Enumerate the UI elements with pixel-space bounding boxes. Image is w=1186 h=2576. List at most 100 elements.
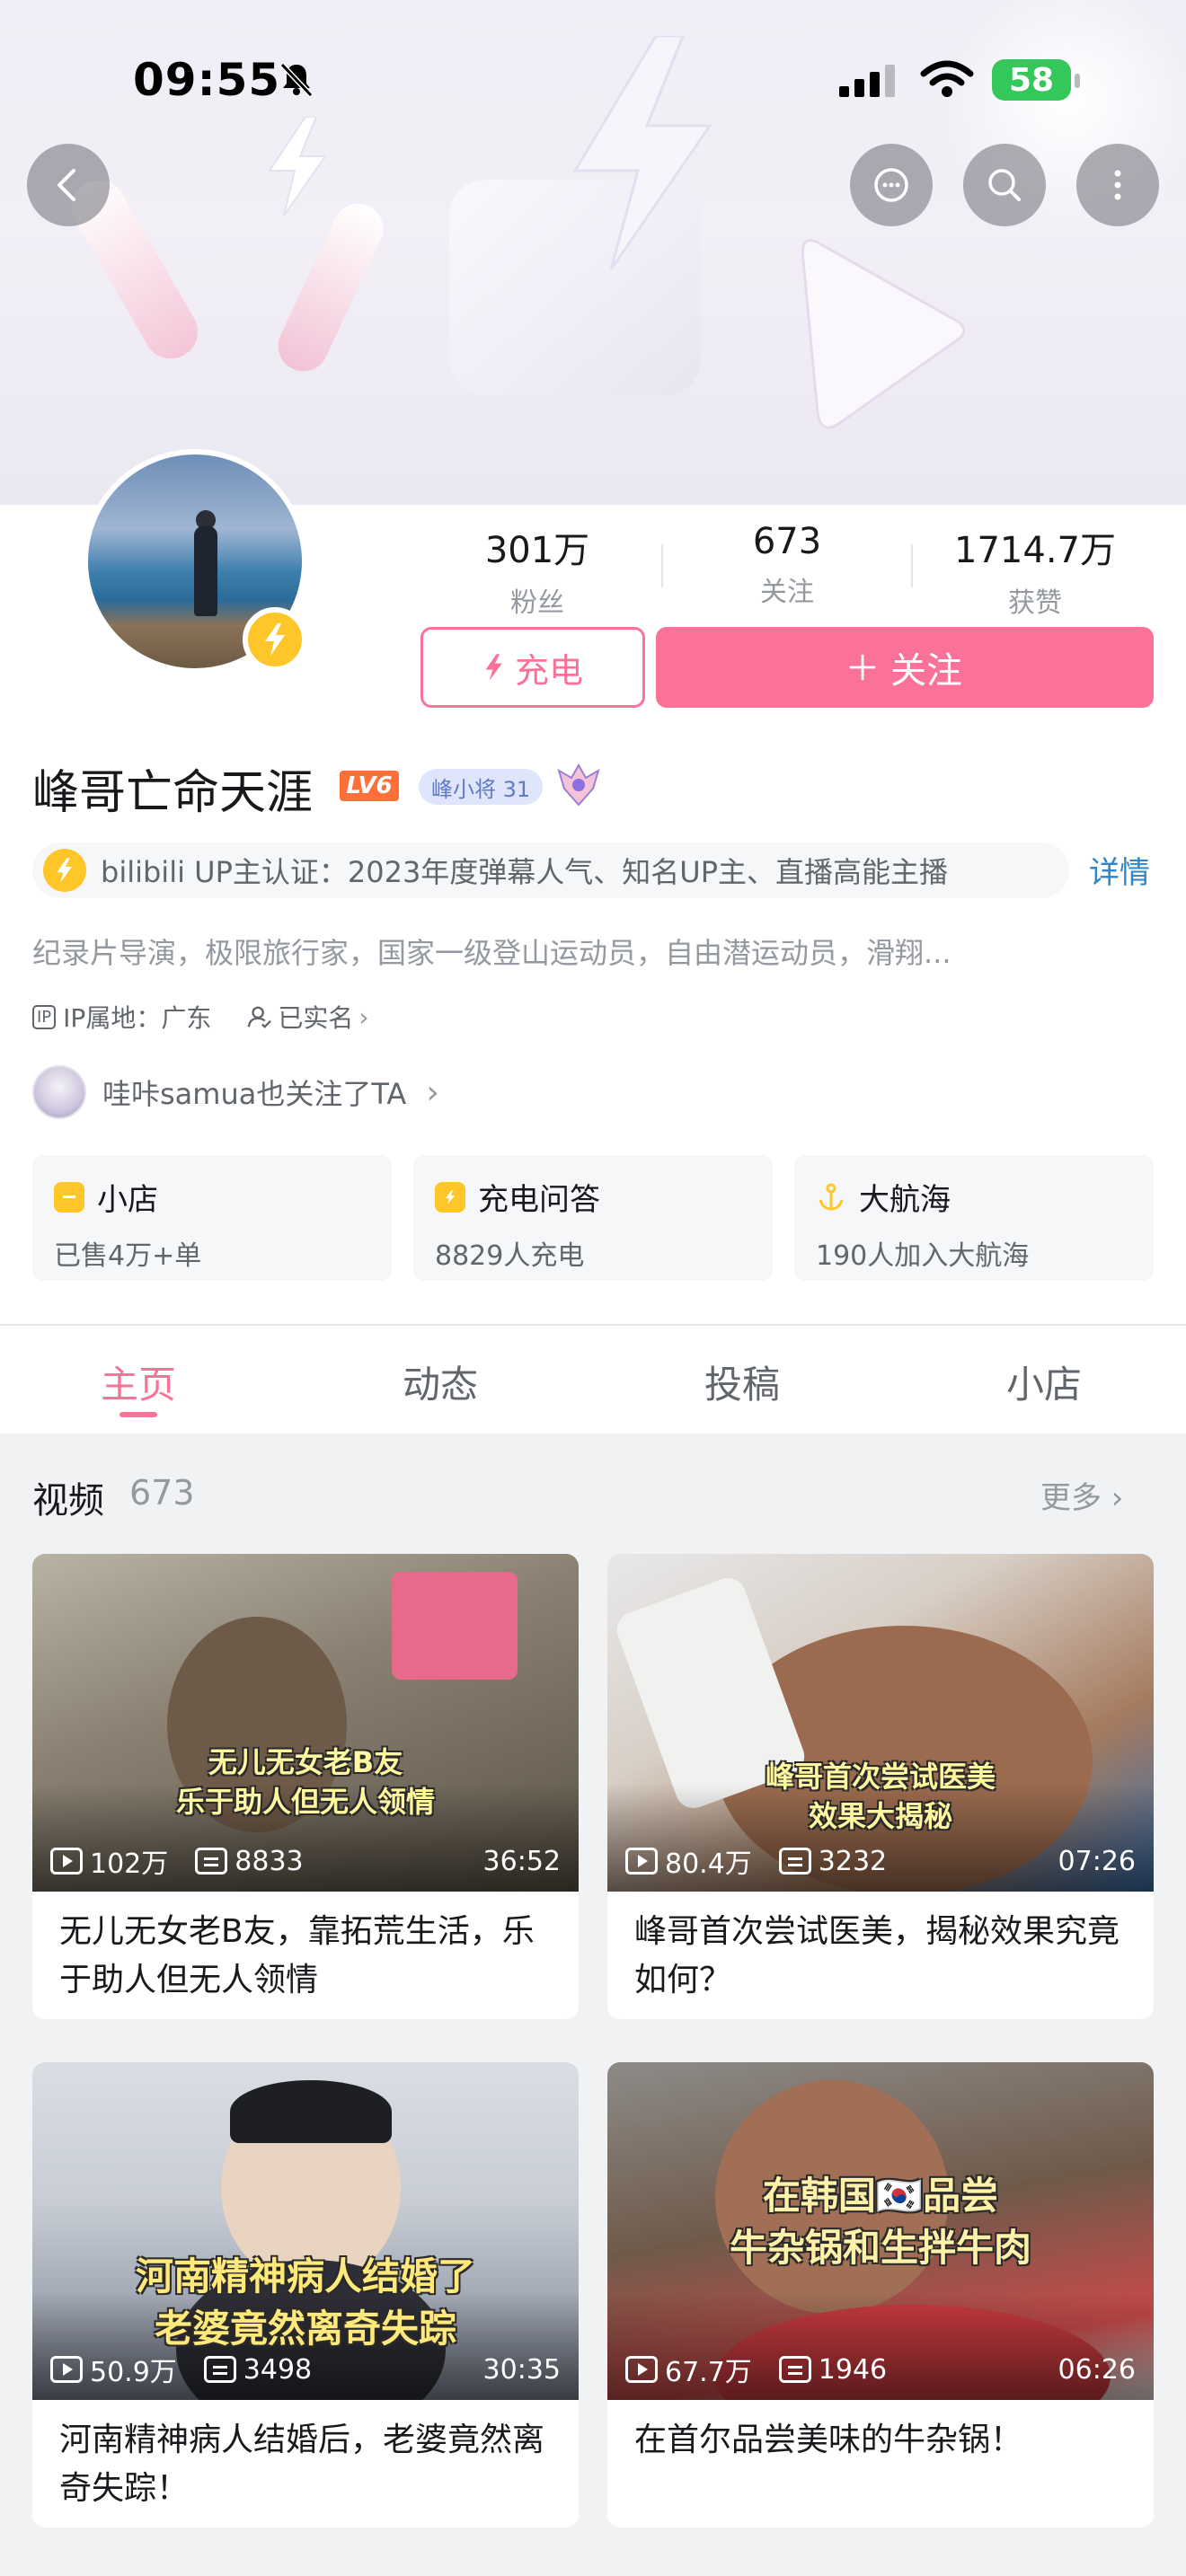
chevron-left-icon (58, 169, 75, 201)
danmaku-icon (195, 1848, 228, 1875)
play-count-icon (50, 2356, 83, 2383)
mutual-follow-text: 哇咔samua也关注了TA (102, 1077, 407, 1111)
lightning-icon (265, 623, 285, 656)
video-title: 峰哥首次尝试医美，揭秘效果究竟如何？ (634, 1913, 1120, 1998)
back-button[interactable] (27, 144, 110, 226)
video-thumbnail: 在韩国🇰🇷品尝 牛杂锅和生拌牛肉 67.7万 1946 06:26 (607, 2062, 1154, 2400)
feature-title: 大航海 (859, 1182, 951, 1218)
caption-line: 牛杂锅和生拌牛肉 (729, 2226, 1031, 2270)
caption-line: 乐于助人但无人领情 (175, 1785, 435, 1819)
danmaku-icon (778, 1848, 811, 1875)
view-count: 80.4万 (665, 1848, 752, 1880)
caption-line: 效果大揭秘 (808, 1799, 952, 1833)
caption-line: 峰哥首次尝试医美 (765, 1760, 996, 1794)
banner-bolt-decoration (268, 117, 327, 216)
video-stats: 50.9万 3498 30:35 (50, 2351, 561, 2388)
lightning-icon (43, 849, 86, 892)
more-button[interactable] (1076, 144, 1159, 226)
profile-name: 峰哥亡命天涯 (32, 766, 314, 820)
video-stats: 80.4万 3232 07:26 (625, 1843, 1136, 1880)
search-button[interactable] (963, 144, 1046, 226)
mutual-follow-row[interactable]: 哇咔samua也关注了TA › (32, 1065, 439, 1119)
more-label: 更多 (1040, 1480, 1102, 1516)
profile-tabs: 主页 动态 投稿 小店 (0, 1326, 1186, 1434)
tab-uploads[interactable]: 投稿 (652, 1354, 832, 1409)
certification-detail-link[interactable]: 详情 (1089, 848, 1150, 892)
follow-button[interactable]: 关注 (656, 627, 1154, 708)
ip-location: IP属地：广东 (63, 1003, 212, 1033)
videos-more-link[interactable]: 更多 › (1040, 1473, 1123, 1517)
stat-likes[interactable]: 1714.7万 获赞 (927, 521, 1143, 620)
feature-card-guard[interactable]: 大航海 190人加入大航海 (794, 1155, 1154, 1281)
more-vertical-icon (1114, 170, 1121, 200)
certification-text: bilibili UP主认证：2023年度弹幕人气、知名UP主、直播高能主播 (101, 855, 949, 889)
stat-following[interactable]: 673 关注 (679, 521, 895, 609)
mutual-avatar (32, 1065, 86, 1119)
video-title: 河南精神病人结婚后，老婆竟然离奇失踪！ (59, 2422, 545, 2507)
cellular-signal-icon (839, 65, 895, 97)
crest-icon[interactable] (553, 762, 604, 808)
video-title: 无儿无女老B友，靠拓荒生活，乐于助人但无人领情 (59, 1913, 535, 1998)
danmaku-count: 3498 (243, 2353, 313, 2386)
caption-line: 老婆竟然离奇失踪 (154, 2307, 456, 2351)
fan-medal-badge[interactable]: 峰小将 31 (419, 769, 544, 805)
ip-icon: IP (32, 1004, 57, 1029)
video-card[interactable]: 峰哥首次尝试医美 效果大揭秘 80.4万 3232 07:26 峰哥首次尝试医美… (607, 1554, 1154, 2019)
thumbnail-caption: 河南精神病人结婚了 老婆竟然离奇失踪 (32, 2251, 579, 2355)
play-count-icon (625, 1848, 658, 1875)
video-thumbnail: 峰哥首次尝试医美 效果大揭秘 80.4万 3232 07:26 (607, 1554, 1154, 1892)
feature-card-shop[interactable]: 小店 已售4万+单 (32, 1155, 392, 1281)
caption-line: 在韩国🇰🇷品尝 (762, 2174, 999, 2218)
feature-card-charge-qa[interactable]: 充电问答 8829人充电 (413, 1155, 773, 1281)
videos-section-count: 673 (129, 1473, 195, 1513)
real-name-status[interactable]: 已实名 (278, 999, 353, 1035)
feature-subtitle: 8829人充电 (435, 1240, 585, 1272)
chevron-right-icon: › (358, 1001, 369, 1032)
play-count-icon (50, 1848, 83, 1875)
tab-dynamics[interactable]: 动态 (350, 1354, 530, 1409)
charge-label: 充电 (514, 650, 583, 691)
lightning-icon (485, 654, 502, 681)
wifi-icon (920, 60, 974, 97)
profile-meta: IP IP属地：广东 已实名 › (32, 999, 369, 1035)
stat-fans[interactable]: 301万 粉丝 (429, 521, 645, 620)
verified-badge (243, 607, 307, 672)
video-duration: 06:26 (1058, 2353, 1136, 2386)
stat-divider (661, 544, 663, 587)
search-icon (988, 169, 1021, 201)
certification-bar[interactable]: bilibili UP主认证：2023年度弹幕人气、知名UP主、直播高能主播 (32, 842, 1069, 898)
stat-value: 301万 (484, 530, 590, 571)
video-duration: 36:52 (482, 1845, 561, 1877)
danmaku-count: 1946 (818, 2353, 888, 2386)
user-verified-icon (248, 1006, 272, 1028)
video-thumbnail: 无儿无女老B友 乐于助人但无人领情 102万 8833 36:52 (32, 1554, 579, 1892)
tab-shop[interactable]: 小店 (954, 1354, 1134, 1409)
danmaku-icon (778, 2356, 811, 2383)
video-card[interactable]: 河南精神病人结婚了 老婆竟然离奇失踪 50.9万 3498 30:35 河南精神… (32, 2062, 579, 2527)
video-stats: 67.7万 1946 06:26 (625, 2351, 1136, 2388)
chevron-right-icon: › (426, 1073, 439, 1111)
battery-indicator: 58 (992, 59, 1071, 101)
status-bar: 09:55 58 (0, 54, 1186, 117)
bell-muted-icon (279, 62, 314, 98)
level-badge: LV6 (340, 771, 399, 801)
video-card[interactable]: 无儿无女老B友 乐于助人但无人领情 102万 8833 36:52 无儿无女老B… (32, 1554, 579, 2019)
videos-section-title: 视频 (32, 1480, 104, 1522)
play-count-icon (625, 2356, 658, 2383)
view-count: 50.9万 (90, 2357, 177, 2388)
banner-decoration (270, 195, 392, 380)
charge-button[interactable]: 充电 (420, 627, 645, 708)
stat-label: 粉丝 (510, 587, 564, 619)
chat-bubble-icon (874, 168, 908, 202)
view-count: 67.7万 (665, 2357, 752, 2388)
tab-home[interactable]: 主页 (49, 1354, 228, 1409)
danmaku-icon (203, 2356, 236, 2383)
thumbnail-caption: 无儿无女老B友 乐于助人但无人领情 (32, 1742, 579, 1822)
message-button[interactable] (850, 144, 933, 226)
video-card[interactable]: 在韩国🇰🇷品尝 牛杂锅和生拌牛肉 67.7万 1946 06:26 在首尔品尝美… (607, 2062, 1154, 2527)
profile-bio[interactable]: 纪录片导演，极限旅行家，国家一级登山运动员，自由潜运动员，滑翔... (32, 931, 951, 972)
danmaku-count: 3232 (818, 1845, 888, 1877)
charge-qa-icon (435, 1181, 465, 1213)
thumbnail-figure (392, 1572, 518, 1680)
feature-title: 充电问答 (478, 1182, 600, 1218)
